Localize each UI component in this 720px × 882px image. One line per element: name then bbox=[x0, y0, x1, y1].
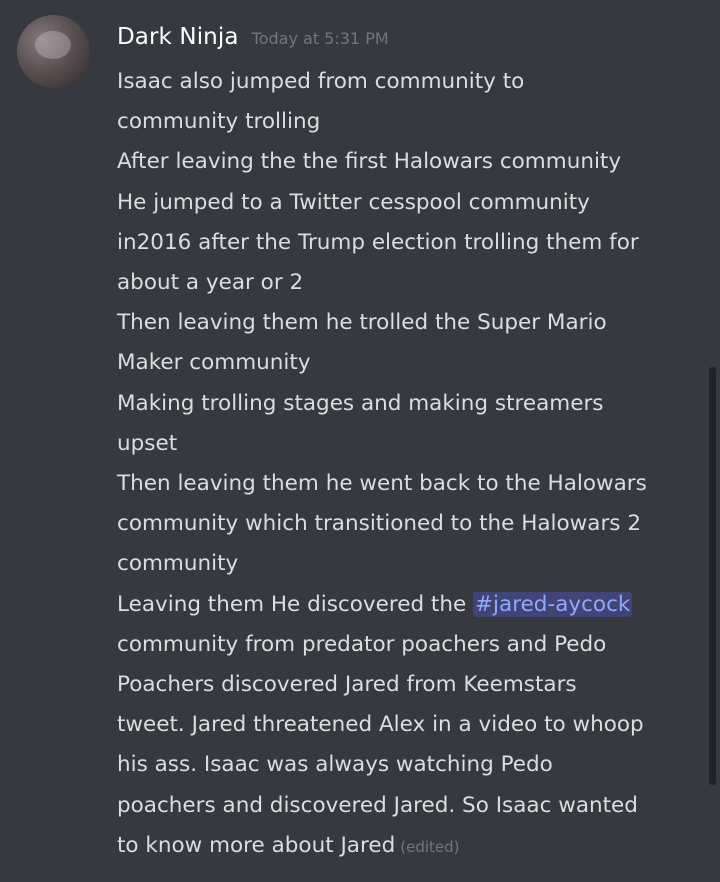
message-body: Isaac also jumped from community to comm… bbox=[117, 62, 702, 867]
mention-prefix: Leaving them He discovered the bbox=[117, 591, 474, 617]
last-line-text: to know more about Jared bbox=[117, 832, 396, 858]
message-line: He jumped to a Twitter cesspool communit… bbox=[117, 189, 590, 215]
message-timestamp: Today at 5:31 PM bbox=[251, 29, 389, 48]
message-line: community from predator poachers and Ped… bbox=[117, 631, 607, 657]
message-line: Then leaving them he trolled the Super M… bbox=[117, 310, 607, 336]
avatar-photo-detail bbox=[35, 31, 71, 59]
message-line: poachers and discovered Jared. So Isaac … bbox=[117, 792, 638, 818]
edited-label: (edited) bbox=[400, 837, 460, 856]
message-line: community which transitioned to the Halo… bbox=[117, 511, 641, 537]
message-line: Making trolling stages and making stream… bbox=[117, 390, 604, 416]
username[interactable]: Dark Ninja bbox=[117, 24, 239, 50]
message-line-with-mention: Leaving them He discovered the #jared-ay… bbox=[117, 585, 702, 625]
message-line: upset bbox=[117, 430, 178, 456]
message-line: tweet. Jared threatened Alex in a video … bbox=[117, 712, 644, 738]
message-line: Isaac also jumped from community to bbox=[117, 69, 525, 94]
message-line: Then leaving them he went back to the Ha… bbox=[117, 471, 647, 497]
message-line: After leaving the the first Halowars com… bbox=[117, 149, 622, 175]
message-line: Maker community bbox=[117, 350, 311, 376]
message-header: Dark Ninja Today at 5:31 PM bbox=[117, 24, 389, 56]
chat-message: Dark Ninja Today at 5:31 PM Isaac also j… bbox=[0, 0, 720, 882]
channel-mention-link[interactable]: #jared-aycock bbox=[473, 591, 633, 617]
message-last-line: to know more about Jared (edited) bbox=[117, 826, 702, 867]
user-avatar[interactable] bbox=[17, 15, 90, 88]
message-line: Poachers discovered Jared from Keemstars bbox=[117, 672, 577, 698]
message-line: in2016 after the Trump election trolling… bbox=[117, 229, 639, 255]
scrollbar-thumb[interactable] bbox=[709, 367, 716, 785]
message-line: community bbox=[117, 551, 239, 577]
message-line: community trolling bbox=[117, 109, 321, 135]
message-line: his ass. Isaac was always watching Pedo bbox=[117, 752, 553, 778]
message-line: about a year or 2 bbox=[117, 270, 304, 296]
